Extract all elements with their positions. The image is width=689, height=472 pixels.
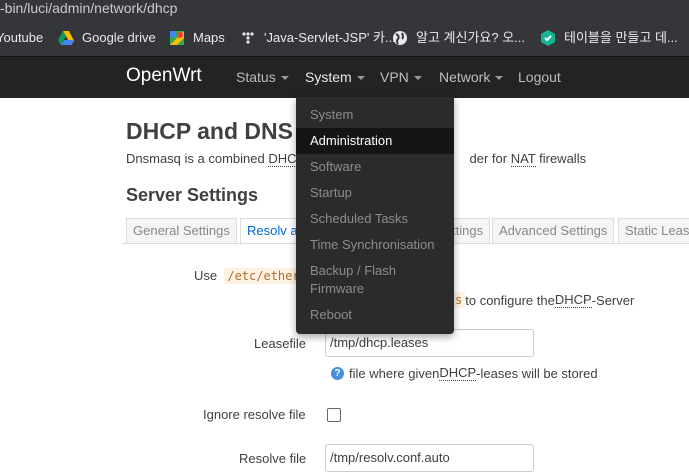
- nav-network[interactable]: Network: [439, 69, 504, 85]
- bookmark-youtube[interactable]: Youtube: [0, 20, 43, 56]
- ignore-resolve-checkbox[interactable]: [327, 408, 341, 422]
- resolve-file-input[interactable]: /tmp/resolv.conf.auto: [325, 444, 534, 472]
- bookmarks-bar: Youtube Google drive Maps 'Java-Servlet-…: [0, 20, 689, 56]
- bookmark-did-you-know[interactable]: 알고 계신가요? 오...: [392, 20, 525, 56]
- use-text: Use: [194, 268, 218, 283]
- desc-text: der for: [469, 151, 511, 166]
- nav-label: VPN: [380, 69, 409, 85]
- bookmark-google-drive[interactable]: Google drive: [58, 20, 156, 56]
- tab-static-leases[interactable]: Static Leas: [618, 218, 689, 243]
- caret-down-icon: [413, 76, 422, 81]
- dhcp-abbr: DHC: [268, 151, 297, 167]
- section-title: Server Settings: [126, 185, 259, 205]
- hint-text: -Server: [591, 292, 635, 308]
- bookmark-label: 'Java-Servlet-JSP' 카...: [264, 30, 396, 45]
- bookmark-label: Google drive: [82, 30, 156, 45]
- bookmark-label: 테이블을 만들고 데...: [564, 30, 678, 45]
- globe-icon: [393, 31, 407, 45]
- page-title: DHCP and DNS: [126, 118, 293, 144]
- caret-down-icon: [280, 76, 289, 81]
- menu-item-startup[interactable]: Startup: [296, 180, 454, 206]
- hint-text: -leases will be stored: [476, 365, 598, 381]
- maps-icon: [170, 31, 184, 45]
- bookmark-label: Maps: [193, 30, 225, 45]
- leasefile-hint: ? file where given DHCP -leases will be st…: [331, 365, 598, 381]
- browser-url-bar[interactable]: -bin/luci/admin/network/dhcp: [0, 0, 689, 20]
- help-icon: ?: [331, 366, 344, 380]
- resolve-file-label: Resolve file: [239, 451, 307, 466]
- menu-item-software[interactable]: Software: [296, 154, 454, 180]
- tab-general-settings[interactable]: General Settings: [126, 218, 237, 243]
- dhcp-abbr: DHCP: [554, 292, 592, 308]
- desc-text: Dnsmasq is a combined: [126, 151, 269, 166]
- nav-status[interactable]: Status: [236, 69, 289, 85]
- nav-system[interactable]: System: [305, 69, 365, 85]
- menu-item-time-sync[interactable]: Time Synchronisation: [296, 232, 454, 258]
- bookmark-java-servlet[interactable]: 'Java-Servlet-JSP' 카...: [240, 20, 396, 56]
- nav-label: System: [305, 69, 352, 85]
- bookmark-site-icon: [541, 30, 555, 46]
- menu-item-scheduled-tasks[interactable]: Scheduled Tasks: [296, 206, 454, 232]
- bookmark-label: 알고 계신가요? 오...: [416, 30, 526, 45]
- use-ethers-hint: s to configure the DHCP -Server: [452, 292, 634, 308]
- use-ethers-label: Use /etc/ether: [194, 268, 303, 284]
- brand-logo[interactable]: OpenWrt: [126, 65, 202, 87]
- nav-label: Status: [236, 69, 276, 85]
- caret-down-icon: [495, 76, 504, 81]
- leasefile-label: Leasefile: [254, 336, 307, 351]
- tistory-icon: [242, 32, 254, 44]
- url-text: -bin/luci/admin/network/dhcp: [0, 0, 178, 16]
- nav-label: Logout: [518, 69, 561, 85]
- bookmark-maps[interactable]: Maps: [169, 20, 225, 56]
- bookmark-create-table[interactable]: 테이블을 만들고 데...: [540, 20, 678, 56]
- tab-resolv-hosts[interactable]: Resolv a: [240, 218, 305, 245]
- hint-text: to configure the: [465, 292, 555, 308]
- nav-vpn[interactable]: VPN: [380, 69, 422, 85]
- nat-abbr: NAT: [510, 151, 536, 167]
- dhcp-abbr: DHCP: [439, 365, 477, 381]
- menu-item-reboot[interactable]: Reboot: [296, 302, 454, 328]
- tab-advanced-settings[interactable]: Advanced Settings: [492, 218, 615, 243]
- hint-text: file where given: [349, 365, 440, 381]
- openwrt-header: OpenWrt Status System VPN Network Logout: [0, 56, 689, 98]
- ignore-resolve-label: Ignore resolve file: [203, 407, 306, 422]
- menu-item-administration[interactable]: Administration: [296, 128, 454, 154]
- menu-item-backup-flash[interactable]: Backup / Flash Firmware: [296, 258, 416, 298]
- system-dropdown-menu: System Administration Software Startup S…: [296, 97, 454, 334]
- desc-text: firewalls: [535, 151, 587, 166]
- ethers-code: /etc/ether: [224, 268, 303, 284]
- menu-item-system[interactable]: System: [296, 102, 454, 128]
- nav-label: Network: [439, 69, 491, 85]
- bookmark-label: Youtube: [0, 30, 44, 45]
- nav-logout[interactable]: Logout: [518, 69, 561, 85]
- google-drive-icon: [58, 31, 74, 45]
- tab-tftp-settings[interactable]: ttings: [452, 218, 491, 243]
- caret-down-icon: [356, 76, 365, 81]
